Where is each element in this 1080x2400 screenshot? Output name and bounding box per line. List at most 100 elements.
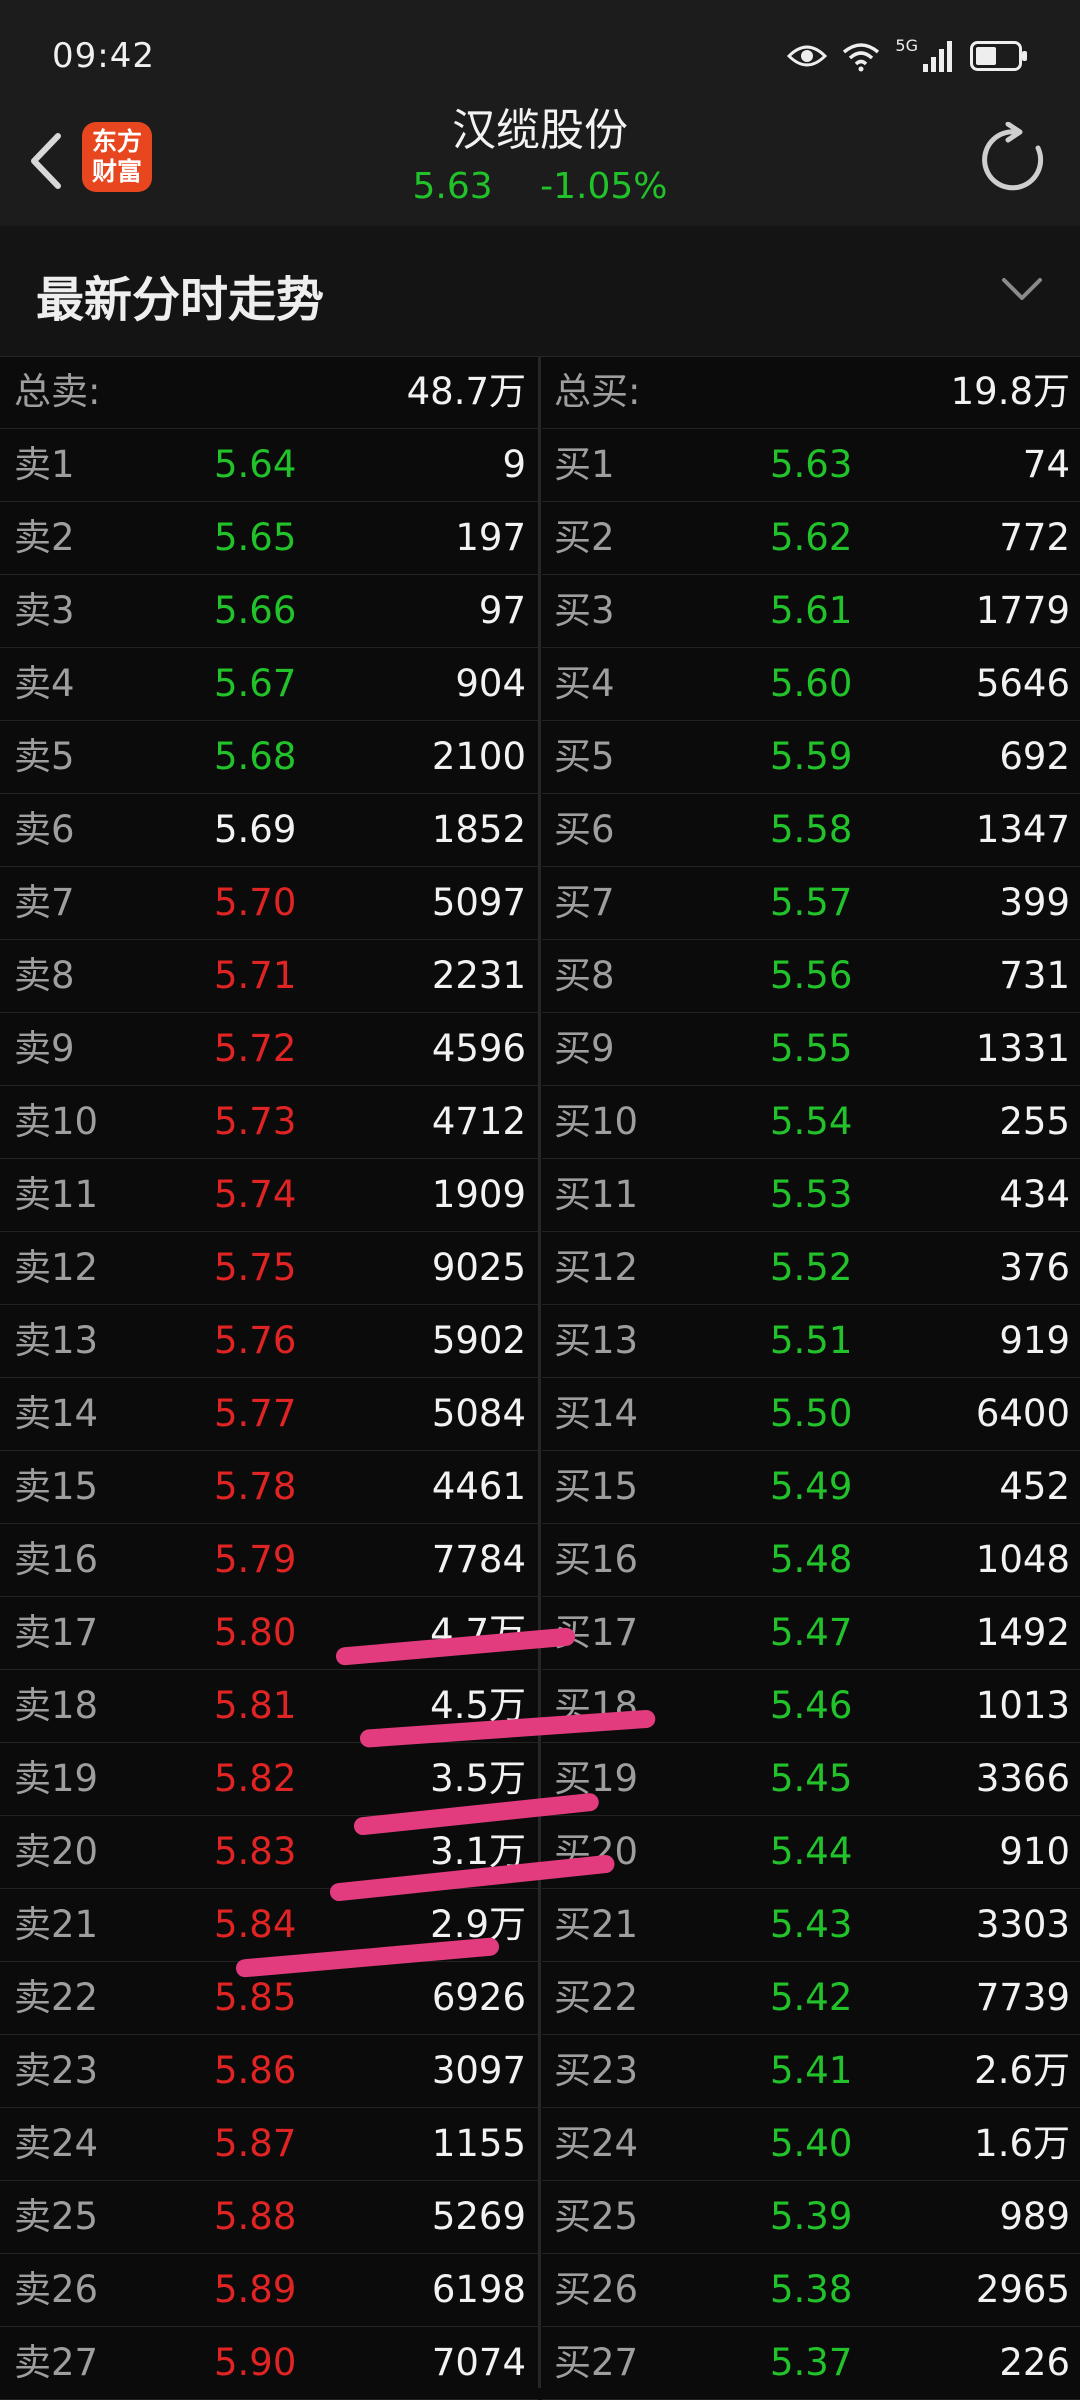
- sell-level-volume: 4461: [431, 1465, 526, 1508]
- wifi-icon: [843, 43, 880, 72]
- buy-level-row[interactable]: 买8 5.56 731: [542, 940, 1080, 1013]
- buy-level-row[interactable]: 买9 5.55 1331: [542, 1013, 1080, 1086]
- sell-level-row[interactable]: 卖11 5.74 1909: [0, 1159, 538, 1232]
- buy-level-price: 5.59: [770, 735, 853, 778]
- buy-column: 总买: 19.8万 买1 5.63 74 买2 5.62 772 买3 5.61 1779 买4 5…: [542, 356, 1080, 2400]
- buy-level-row[interactable]: 买1 5.63 74: [542, 429, 1080, 502]
- buy-level-price: 5.56: [770, 954, 853, 997]
- sell-level-row[interactable]: 卖25 5.88 5269: [0, 2181, 538, 2254]
- buy-level-row[interactable]: 买13 5.51 919: [542, 1305, 1080, 1378]
- sell-level-volume: 5902: [431, 1319, 526, 1362]
- sell-level-price: 5.71: [214, 954, 297, 997]
- buy-level-volume: 772: [999, 516, 1070, 559]
- buy-level-volume: 692: [999, 735, 1070, 778]
- sell-level-row[interactable]: 卖3 5.66 97: [0, 575, 538, 648]
- buy-level-volume: 910: [999, 1830, 1070, 1873]
- sell-level-row[interactable]: 卖14 5.77 5084: [0, 1378, 538, 1451]
- buy-level-label: 买10: [554, 1100, 639, 1143]
- stock-name: 汉缆股份: [452, 105, 628, 156]
- intraday-section-header[interactable]: 最新分时走势: [0, 226, 1080, 357]
- sell-level-label: 卖15: [14, 1465, 99, 1508]
- sell-level-label: 卖1: [14, 443, 75, 486]
- sell-level-label: 卖5: [14, 735, 75, 778]
- buy-level-row[interactable]: 买27 5.37 226: [542, 2327, 1080, 2400]
- buy-level-row[interactable]: 买14 5.50 6400: [542, 1378, 1080, 1451]
- sell-level-volume: 1909: [431, 1173, 526, 1216]
- buy-level-row[interactable]: 买25 5.39 989: [542, 2181, 1080, 2254]
- buy-level-row[interactable]: 买20 5.44 910: [542, 1816, 1080, 1889]
- buy-level-row[interactable]: 买12 5.52 376: [542, 1232, 1080, 1305]
- sell-level-label: 卖24: [14, 2122, 99, 2165]
- sell-level-row[interactable]: 卖1 5.64 9: [0, 429, 538, 502]
- buy-level-price: 5.42: [770, 1976, 853, 2019]
- buy-level-row[interactable]: 买16 5.48 1048: [542, 1524, 1080, 1597]
- sell-level-row[interactable]: 卖23 5.86 3097: [0, 2035, 538, 2108]
- sell-level-row[interactable]: 卖24 5.87 1155: [0, 2108, 538, 2181]
- buy-level-row[interactable]: 买24 5.40 1.6万: [542, 2108, 1080, 2181]
- buy-level-row[interactable]: 买10 5.54 255: [542, 1086, 1080, 1159]
- buy-level-row[interactable]: 买6 5.58 1347: [542, 794, 1080, 867]
- sell-level-row[interactable]: 卖2 5.65 197: [0, 502, 538, 575]
- sell-level-row[interactable]: 卖12 5.75 9025: [0, 1232, 538, 1305]
- sell-level-label: 卖22: [14, 1976, 99, 2019]
- sell-level-row[interactable]: 卖26 5.89 6198: [0, 2254, 538, 2327]
- sell-level-row[interactable]: 卖17 5.80 4.7万: [0, 1597, 538, 1670]
- buy-level-price: 5.51: [770, 1319, 853, 1362]
- sell-level-row[interactable]: 卖27 5.90 7074: [0, 2327, 538, 2400]
- sell-level-row[interactable]: 卖8 5.71 2231: [0, 940, 538, 1013]
- sell-level-volume: 904: [455, 662, 526, 705]
- buy-level-row[interactable]: 买17 5.47 1492: [542, 1597, 1080, 1670]
- buy-level-row[interactable]: 买23 5.41 2.6万: [542, 2035, 1080, 2108]
- sell-level-volume: 5097: [431, 881, 526, 924]
- buy-level-row[interactable]: 买3 5.61 1779: [542, 575, 1080, 648]
- buy-level-volume: 7739: [975, 1976, 1070, 2019]
- stock-price-line: 5.63 -1.05%: [0, 162, 1080, 212]
- sell-level-price: 5.69: [214, 808, 297, 851]
- buy-level-row[interactable]: 买19 5.45 3366: [542, 1743, 1080, 1816]
- sell-level-label: 卖17: [14, 1611, 99, 1654]
- sell-level-row[interactable]: 卖10 5.73 4712: [0, 1086, 538, 1159]
- buy-level-volume: 1048: [975, 1538, 1070, 1581]
- buy-level-volume: 5646: [975, 662, 1070, 705]
- sell-level-row[interactable]: 卖19 5.82 3.5万: [0, 1743, 538, 1816]
- buy-level-label: 买4: [554, 662, 615, 705]
- sell-level-row[interactable]: 卖5 5.68 2100: [0, 721, 538, 794]
- refresh-icon[interactable]: [978, 122, 1054, 198]
- buy-level-volume: 1492: [975, 1611, 1070, 1654]
- buy-level-row[interactable]: 买7 5.57 399: [542, 867, 1080, 940]
- buy-level-row[interactable]: 买26 5.38 2965: [542, 2254, 1080, 2327]
- buy-level-price: 5.37: [770, 2341, 853, 2384]
- buy-level-row[interactable]: 买21 5.43 3303: [542, 1889, 1080, 1962]
- sell-level-row[interactable]: 卖15 5.78 4461: [0, 1451, 538, 1524]
- buy-level-volume: 1779: [975, 589, 1070, 632]
- sell-level-row[interactable]: 卖4 5.67 904: [0, 648, 538, 721]
- sell-level-row[interactable]: 卖16 5.79 7784: [0, 1524, 538, 1597]
- sell-level-label: 卖13: [14, 1319, 99, 1362]
- buy-level-label: 买2: [554, 516, 615, 559]
- sell-level-row[interactable]: 卖9 5.72 4596: [0, 1013, 538, 1086]
- sell-level-row[interactable]: 卖6 5.69 1852: [0, 794, 538, 867]
- buy-level-label: 买1: [554, 443, 615, 486]
- buy-level-row[interactable]: 买22 5.42 7739: [542, 1962, 1080, 2035]
- network-type: 5G: [895, 36, 918, 55]
- sell-level-volume: 2100: [431, 735, 526, 778]
- buy-level-label: 买23: [554, 2049, 639, 2092]
- buy-level-row[interactable]: 买5 5.59 692: [542, 721, 1080, 794]
- buy-level-row[interactable]: 买4 5.60 5646: [542, 648, 1080, 721]
- sell-level-label: 卖2: [14, 516, 75, 559]
- buy-level-row[interactable]: 买2 5.62 772: [542, 502, 1080, 575]
- sell-level-row[interactable]: 卖7 5.70 5097: [0, 867, 538, 940]
- sell-level-label: 卖25: [14, 2195, 99, 2238]
- buy-level-label: 买12: [554, 1246, 639, 1289]
- chevron-down-icon[interactable]: [998, 268, 1046, 312]
- sell-level-volume: 5084: [431, 1392, 526, 1435]
- buy-level-volume: 1331: [975, 1027, 1070, 1070]
- buy-level-row[interactable]: 买18 5.46 1013: [542, 1670, 1080, 1743]
- buy-level-row[interactable]: 买11 5.53 434: [542, 1159, 1080, 1232]
- sell-level-row[interactable]: 卖13 5.76 5902: [0, 1305, 538, 1378]
- buy-level-label: 买6: [554, 808, 615, 851]
- buy-level-row[interactable]: 买15 5.49 452: [542, 1451, 1080, 1524]
- sell-level-price: 5.84: [214, 1903, 297, 1946]
- sell-level-volume: 6198: [431, 2268, 526, 2311]
- buy-level-label: 买16: [554, 1538, 639, 1581]
